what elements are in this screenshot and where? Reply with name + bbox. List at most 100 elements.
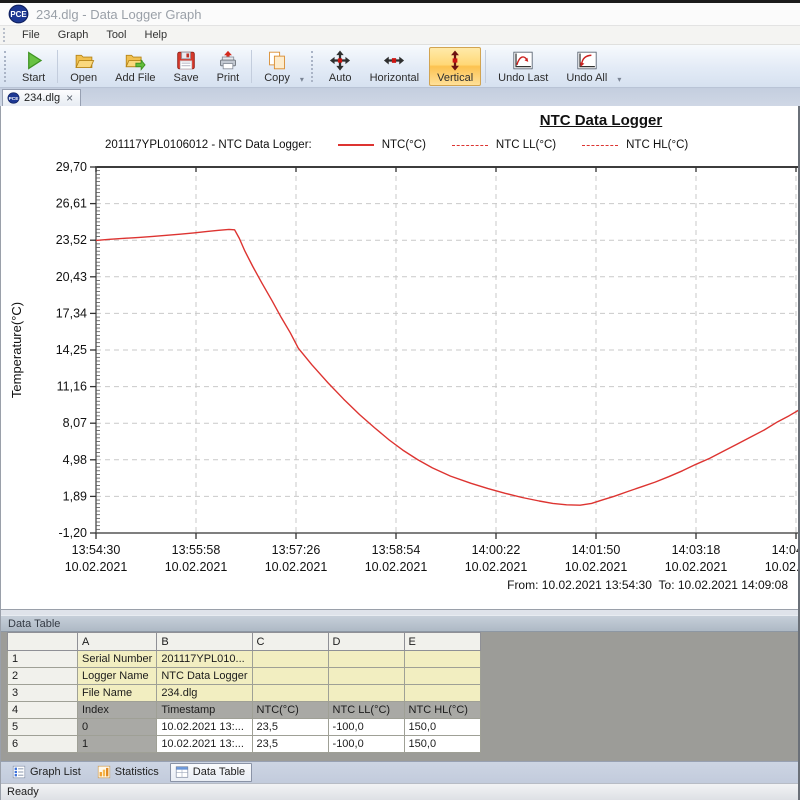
cell-D3[interactable] xyxy=(328,685,404,702)
column-header-B[interactable]: B xyxy=(157,633,252,651)
column-header-A[interactable]: A xyxy=(78,633,157,651)
cell-D1[interactable] xyxy=(328,651,404,668)
cell-B3[interactable]: 234.dlg xyxy=(157,685,252,702)
auto-button[interactable]: Auto xyxy=(321,47,360,86)
vertical-button[interactable]: Vertical xyxy=(429,47,481,86)
cell-E2[interactable] xyxy=(404,668,480,685)
tab-234dlg[interactable]: PCE 234.dlg × xyxy=(2,89,81,106)
row-number[interactable]: 3 xyxy=(8,685,78,702)
view-tab-statistics[interactable]: Statistics xyxy=(92,763,166,782)
undo-last-button[interactable]: Undo Last xyxy=(490,47,556,86)
ntc-series-line[interactable] xyxy=(96,229,798,505)
y-axis-labels: 29,7026,6123,5220,4317,3414,2511,168,074… xyxy=(56,160,87,540)
start-button[interactable]: Start xyxy=(14,47,53,86)
copy-button[interactable]: Copy xyxy=(256,47,298,86)
cell-A2[interactable]: Logger Name xyxy=(78,668,157,685)
cell-D4[interactable]: NTC LL(°C) xyxy=(328,702,404,719)
open-button[interactable]: Open xyxy=(62,47,105,86)
cell-C6[interactable]: 23,5 xyxy=(252,736,328,753)
cell-D6[interactable]: -100,0 xyxy=(328,736,404,753)
cell-C4[interactable]: NTC(°C) xyxy=(252,702,328,719)
cell-C3[interactable] xyxy=(252,685,328,702)
cell-C2[interactable] xyxy=(252,668,328,685)
view-tab-label: Data Table xyxy=(193,766,245,778)
cell-B2[interactable]: NTC Data Logger xyxy=(157,668,252,685)
cell-A5[interactable]: 0 xyxy=(78,719,157,736)
open-button-label: Open xyxy=(70,72,97,84)
horizontal-button[interactable]: Horizontal xyxy=(362,47,428,86)
column-header-D[interactable]: D xyxy=(328,633,404,651)
svg-text:4,98: 4,98 xyxy=(63,453,87,467)
toolbar-overflow-icon[interactable]: ▾ xyxy=(299,75,306,86)
copy-icon xyxy=(266,50,288,71)
menu-file[interactable]: File xyxy=(13,27,49,43)
row-number[interactable]: 5 xyxy=(8,719,78,736)
cell-C5[interactable]: 23,5 xyxy=(252,719,328,736)
auto-icon xyxy=(329,50,351,71)
svg-text:10.02.2021: 10.02.2021 xyxy=(765,560,798,574)
svg-text:11,16: 11,16 xyxy=(57,380,87,394)
svg-text:14:04:46: 14:04:46 xyxy=(772,543,798,557)
cell-D5[interactable]: -100,0 xyxy=(328,719,404,736)
cell-A3[interactable]: File Name xyxy=(78,685,157,702)
view-tab-label: Statistics xyxy=(115,766,159,778)
row-number[interactable]: 2 xyxy=(8,668,78,685)
view-tab-graph-list[interactable]: Graph List xyxy=(7,763,88,782)
menu-help[interactable]: Help xyxy=(136,27,177,43)
close-tab-icon[interactable]: × xyxy=(64,93,73,103)
app-window: PCE 234.dlg - Data Logger Graph FileGrap… xyxy=(0,0,800,800)
x-axis-ticks xyxy=(96,167,796,539)
svg-text:14:00:22: 14:00:22 xyxy=(472,543,521,557)
row-header-corner[interactable] xyxy=(8,633,78,651)
svg-text:23,52: 23,52 xyxy=(56,233,87,247)
column-header-E[interactable]: E xyxy=(404,633,480,651)
print-icon xyxy=(217,50,239,71)
cell-E4[interactable]: NTC HL(°C) xyxy=(404,702,480,719)
horizontal-button-label: Horizontal xyxy=(370,72,420,84)
cell-B1[interactable]: 201117YPL010... xyxy=(157,651,252,668)
undo-last-icon xyxy=(512,50,534,71)
undo-all-button[interactable]: Undo All xyxy=(558,47,615,86)
save-icon xyxy=(175,50,197,71)
view-tab-data-table[interactable]: Data Table xyxy=(170,763,252,782)
cell-B4[interactable]: Timestamp xyxy=(157,702,252,719)
horizontal-icon xyxy=(383,50,405,71)
column-header-C[interactable]: C xyxy=(252,633,328,651)
view-tab-label: Graph List xyxy=(30,766,81,778)
cell-A1[interactable]: Serial Number xyxy=(78,651,157,668)
print-button[interactable]: Print xyxy=(209,47,248,86)
save-button[interactable]: Save xyxy=(166,47,207,86)
cell-E1[interactable] xyxy=(404,651,480,668)
print-button-label: Print xyxy=(217,72,240,84)
cell-D2[interactable] xyxy=(328,668,404,685)
undo-last-button-label: Undo Last xyxy=(498,72,548,84)
row-number[interactable]: 4 xyxy=(8,702,78,719)
copy-button-label: Copy xyxy=(264,72,290,84)
table-row-1: 1Serial Number201117YPL010... xyxy=(8,651,481,668)
cell-E5[interactable]: 150,0 xyxy=(404,719,480,736)
temperature-line-chart[interactable]: 29,7026,6123,5220,4317,3414,2511,168,074… xyxy=(1,106,798,610)
data-table[interactable]: ABCDE1Serial Number201117YPL010...2Logge… xyxy=(7,632,481,753)
row-number[interactable]: 1 xyxy=(8,651,78,668)
svg-text:10.02.2021: 10.02.2021 xyxy=(465,560,528,574)
add-file-button[interactable]: Add File xyxy=(107,47,163,86)
cell-E3[interactable] xyxy=(404,685,480,702)
add-file-button-label: Add File xyxy=(115,72,155,84)
cell-C1[interactable] xyxy=(252,651,328,668)
svg-text:14:03:18: 14:03:18 xyxy=(672,543,721,557)
start-button-label: Start xyxy=(22,72,45,84)
cell-A6[interactable]: 1 xyxy=(78,736,157,753)
cell-E6[interactable]: 150,0 xyxy=(404,736,480,753)
cell-B5[interactable]: 10.02.2021 13:... xyxy=(157,719,252,736)
toolbar-overflow-icon[interactable]: ▾ xyxy=(616,75,623,86)
svg-text:10.02.2021: 10.02.2021 xyxy=(165,560,228,574)
svg-text:10.02.2021: 10.02.2021 xyxy=(65,560,128,574)
menu-tool[interactable]: Tool xyxy=(97,27,135,43)
svg-text:13:55:58: 13:55:58 xyxy=(172,543,221,557)
svg-text:8,07: 8,07 xyxy=(63,416,87,430)
cell-A4[interactable]: Index xyxy=(78,702,157,719)
cell-B6[interactable]: 10.02.2021 13:... xyxy=(157,736,252,753)
y-axis-title: Temperature(°C) xyxy=(9,302,24,398)
row-number[interactable]: 6 xyxy=(8,736,78,753)
menu-graph[interactable]: Graph xyxy=(49,27,98,43)
